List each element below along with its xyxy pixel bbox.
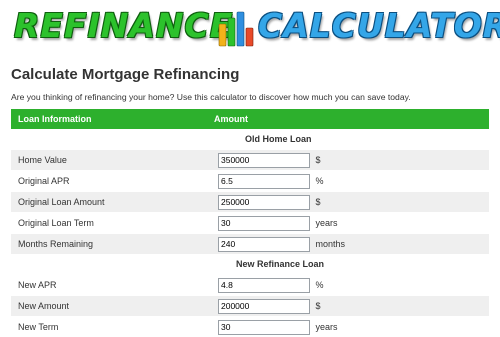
unit-label: $ (316, 197, 321, 207)
original-apr-input[interactable] (218, 174, 310, 189)
original-loan-amount-input[interactable] (218, 195, 310, 210)
row-label-original-loan-term: Original Loan Term (11, 213, 214, 234)
refinance-table: Loan Information Amount Old Home Loan Ho… (11, 109, 489, 337)
home-value-cell: $ (214, 150, 489, 171)
section-title-old: Old Home Loan (214, 129, 489, 150)
section-spacer (11, 254, 214, 275)
header-loan-information: Loan Information (11, 109, 214, 129)
unit-label: months (316, 239, 346, 249)
new-term-input[interactable] (218, 320, 310, 335)
row-label-new-amount: New Amount (11, 296, 214, 317)
months-remaining-input[interactable] (218, 237, 310, 252)
table-row: Original Loan Amount $ (11, 192, 489, 213)
home-value-input[interactable] (218, 153, 310, 168)
row-label-original-loan-amount: Original Loan Amount (11, 192, 214, 213)
section-spacer (11, 129, 214, 150)
unit-label: % (316, 280, 324, 290)
header-amount: Amount (214, 109, 489, 129)
section-new-refinance-loan: New Refinance Loan (11, 254, 489, 275)
intro-text: Are you thinking of refinancing your hom… (11, 92, 411, 102)
unit-label: years (316, 322, 338, 332)
table-row: New Term years (11, 317, 489, 337)
new-amount-input[interactable] (218, 299, 310, 314)
original-loan-term-cell: years (214, 213, 489, 234)
page-title: Calculate Mortgage Refinancing (11, 66, 239, 83)
original-loan-term-input[interactable] (218, 216, 310, 231)
unit-label: $ (316, 155, 321, 165)
original-loan-amount-cell: $ (214, 192, 489, 213)
row-label-new-apr: New APR (11, 275, 214, 296)
table-row: Months Remaining months (11, 234, 489, 255)
table-header-row: Loan Information Amount (11, 109, 489, 129)
logo-text-calculator: CALCULATOR (258, 4, 500, 48)
unit-label: years (316, 218, 338, 228)
months-remaining-cell: months (214, 234, 489, 255)
bar-chart-logo-icon (218, 10, 254, 48)
section-old-home-loan: Old Home Loan (11, 129, 489, 150)
logo-text-refinance: REFINANCE (14, 4, 233, 48)
row-label-new-term: New Term (11, 317, 214, 337)
table-row: Original APR % (11, 171, 489, 192)
unit-label: % (316, 176, 324, 186)
original-apr-cell: % (214, 171, 489, 192)
new-amount-cell: $ (214, 296, 489, 317)
row-label-original-apr: Original APR (11, 171, 214, 192)
new-apr-cell: % (214, 275, 489, 296)
section-title-new: New Refinance Loan (214, 254, 489, 275)
table-row: New APR % (11, 275, 489, 296)
table-row: Original Loan Term years (11, 213, 489, 234)
table-row: New Amount $ (11, 296, 489, 317)
new-term-cell: years (214, 317, 489, 337)
row-label-home-value: Home Value (11, 150, 214, 171)
banner: REFINANCE CALCULATOR (0, 0, 500, 55)
table-row: Home Value $ (11, 150, 489, 171)
new-apr-input[interactable] (218, 278, 310, 293)
unit-label: $ (316, 301, 321, 311)
row-label-months-remaining: Months Remaining (11, 234, 214, 255)
